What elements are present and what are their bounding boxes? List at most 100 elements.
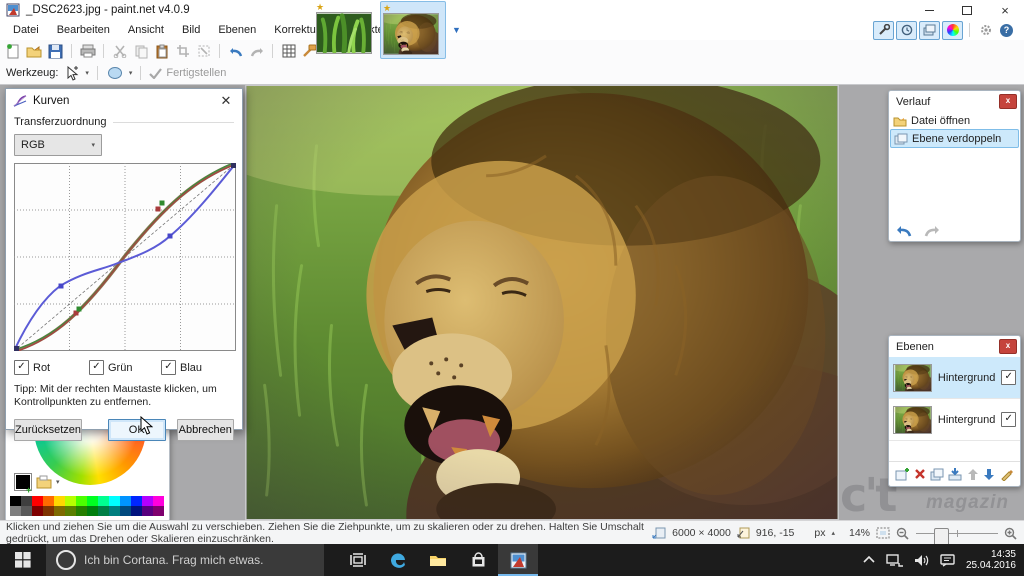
palette-swatch[interactable] bbox=[142, 506, 153, 516]
close-button[interactable]: × bbox=[986, 0, 1024, 20]
help-button[interactable]: ? bbox=[997, 22, 1016, 39]
layer-properties-icon[interactable] bbox=[1000, 468, 1014, 481]
curves-graph[interactable] bbox=[14, 163, 236, 351]
palette-swatch[interactable] bbox=[87, 506, 98, 516]
tray-chevron-icon[interactable] bbox=[863, 556, 875, 564]
task-view-button[interactable] bbox=[338, 544, 378, 576]
cut-button[interactable] bbox=[110, 42, 129, 61]
palette-swatch[interactable] bbox=[142, 496, 153, 506]
palette-menu-icon[interactable] bbox=[36, 474, 52, 489]
menu-bild[interactable]: Bild bbox=[173, 22, 209, 38]
palette-swatch[interactable] bbox=[43, 496, 54, 506]
history-undo-icon[interactable] bbox=[895, 224, 913, 237]
open-file-button[interactable] bbox=[25, 42, 44, 61]
palette-swatch[interactable] bbox=[65, 496, 76, 506]
start-button[interactable] bbox=[0, 544, 46, 576]
image-tab-lion[interactable]: ★ bbox=[380, 1, 446, 59]
finish-label[interactable]: Fertigstellen bbox=[166, 67, 226, 79]
palette-swatch[interactable] bbox=[76, 506, 87, 516]
palette-swatch[interactable] bbox=[109, 506, 120, 516]
cancel-button[interactable]: Abbrechen bbox=[177, 419, 235, 441]
menu-ebenen[interactable]: Ebenen bbox=[209, 22, 265, 38]
layer-visible-checkbox[interactable]: ✓ bbox=[1001, 412, 1016, 427]
blue-channel-checkbox[interactable]: ✓Blau bbox=[161, 360, 202, 375]
copy-button[interactable] bbox=[131, 42, 150, 61]
palette-swatch[interactable] bbox=[131, 506, 142, 516]
file-explorer-button[interactable] bbox=[418, 544, 458, 576]
palette-swatch[interactable] bbox=[131, 496, 142, 506]
duplicate-layer-icon[interactable] bbox=[930, 468, 944, 481]
paintnet-taskbar-button[interactable] bbox=[498, 544, 538, 576]
cortana-search-box[interactable]: Ich bin Cortana. Frag mich etwas. bbox=[46, 544, 324, 576]
fit-window-icon[interactable] bbox=[876, 527, 890, 539]
zoom-slider-thumb[interactable] bbox=[934, 528, 949, 546]
palette-swatch[interactable] bbox=[21, 496, 32, 506]
notifications-icon[interactable] bbox=[940, 554, 955, 567]
paste-button[interactable] bbox=[152, 42, 171, 61]
layer-row-bottom[interactable]: Hintergrund ✓ bbox=[889, 399, 1020, 441]
merge-down-icon[interactable] bbox=[948, 468, 962, 481]
history-item-duplicate-layer[interactable]: Ebene verdoppeln bbox=[890, 129, 1019, 148]
delete-layer-icon[interactable] bbox=[914, 468, 926, 480]
tool-dropdown-caret[interactable]: ▾ bbox=[85, 69, 89, 77]
zoom-in-icon[interactable] bbox=[1004, 527, 1018, 540]
curves-close-icon[interactable]: ✕ bbox=[217, 93, 235, 109]
crop-button[interactable] bbox=[173, 42, 192, 61]
clock[interactable]: 14:35 25.04.2016 bbox=[966, 549, 1016, 572]
palette-swatch[interactable] bbox=[98, 496, 109, 506]
palette-swatch[interactable] bbox=[120, 496, 131, 506]
palette-swatch[interactable] bbox=[87, 496, 98, 506]
history-item-open[interactable]: Datei öffnen bbox=[890, 112, 1019, 129]
palette-swatch[interactable] bbox=[32, 496, 43, 506]
palette-swatch[interactable] bbox=[109, 496, 120, 506]
zoom-out-icon[interactable] bbox=[896, 527, 910, 540]
selection-dropdown-caret[interactable]: ▾ bbox=[129, 69, 133, 77]
store-button[interactable] bbox=[458, 544, 498, 576]
layers-close-button[interactable]: x bbox=[999, 339, 1017, 354]
print-button[interactable] bbox=[78, 42, 97, 61]
palette-swatch[interactable] bbox=[32, 506, 43, 516]
history-close-button[interactable]: x bbox=[999, 94, 1017, 109]
volume-icon[interactable] bbox=[914, 554, 929, 567]
palette-swatch[interactable] bbox=[76, 496, 87, 506]
zoom-value[interactable]: 14% bbox=[849, 527, 870, 539]
palette-swatch[interactable] bbox=[65, 506, 76, 516]
ellipse-select-tool[interactable] bbox=[106, 64, 125, 83]
move-layer-down-icon[interactable] bbox=[983, 468, 995, 481]
undo-button[interactable] bbox=[226, 42, 245, 61]
palette-swatch[interactable] bbox=[153, 496, 164, 506]
menu-bearbeiten[interactable]: Bearbeiten bbox=[48, 22, 119, 38]
toggle-history-panel[interactable] bbox=[896, 21, 917, 40]
save-button[interactable] bbox=[46, 42, 65, 61]
image-list-caret[interactable]: ▼ bbox=[452, 25, 461, 35]
toggle-colors-panel[interactable] bbox=[942, 21, 963, 40]
unit-caret-icon[interactable]: ▴ bbox=[831, 529, 835, 537]
curves-dialog-titlebar[interactable]: Kurven ✕ bbox=[6, 89, 242, 112]
add-layer-icon[interactable] bbox=[895, 468, 909, 481]
new-file-button[interactable] bbox=[4, 42, 23, 61]
palette-swatch[interactable] bbox=[54, 506, 65, 516]
settings-button[interactable] bbox=[976, 22, 995, 39]
palette-swatch[interactable] bbox=[43, 506, 54, 516]
toggle-layers-panel[interactable] bbox=[919, 21, 940, 40]
redo-button[interactable] bbox=[247, 42, 266, 61]
menu-datei[interactable]: Datei bbox=[4, 22, 48, 38]
palette-swatch[interactable] bbox=[98, 506, 109, 516]
reset-button[interactable]: Zurücksetzen bbox=[14, 419, 82, 441]
layer-row-top[interactable]: Hintergrund ✓ bbox=[889, 357, 1020, 399]
history-redo-icon[interactable] bbox=[923, 224, 941, 237]
menu-ansicht[interactable]: Ansicht bbox=[119, 22, 173, 38]
palette-swatch[interactable] bbox=[120, 506, 131, 516]
minimize-button[interactable] bbox=[910, 0, 948, 20]
move-layer-up-icon[interactable] bbox=[967, 468, 979, 481]
palette-caret-icon[interactable]: ▾ bbox=[56, 478, 60, 486]
ok-button[interactable]: OK bbox=[108, 419, 166, 441]
red-channel-checkbox[interactable]: ✓Rot bbox=[14, 360, 89, 375]
zoom-slider[interactable] bbox=[916, 527, 998, 540]
move-selection-tool[interactable] bbox=[62, 64, 81, 83]
palette-swatch[interactable] bbox=[153, 506, 164, 516]
edge-button[interactable] bbox=[378, 544, 418, 576]
image-tab-grass[interactable]: ★ bbox=[314, 1, 378, 57]
palette-swatch[interactable] bbox=[54, 496, 65, 506]
palette-swatch[interactable] bbox=[10, 506, 21, 516]
